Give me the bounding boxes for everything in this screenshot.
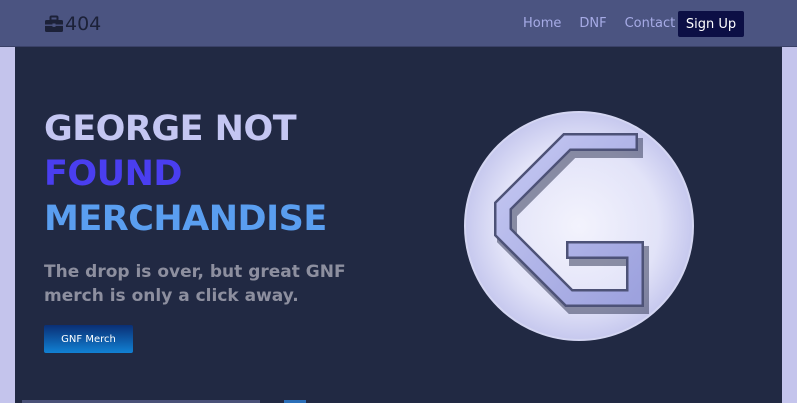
nav-link-home[interactable]: Home <box>523 16 561 32</box>
nav-links: Home DNF Contact <box>523 16 693 32</box>
nav-link-contact[interactable]: Contact <box>625 16 676 32</box>
nav-link-dnf[interactable]: DNF <box>579 16 606 32</box>
brand-link[interactable]: 404 <box>44 12 101 36</box>
navbar: 404 Home DNF Contact Sign Up <box>0 0 797 47</box>
gnf-g-logo-icon <box>464 111 694 341</box>
hero-title: GEORGE NOT FOUND MERCHANDISE <box>44 107 327 242</box>
hero-title-line-3: MERCHANDISE <box>44 199 327 239</box>
sign-up-button[interactable]: Sign Up <box>678 11 744 37</box>
hero-title-line-1: GEORGE NOT <box>44 109 297 149</box>
gnf-merch-button[interactable]: GNF Merch <box>44 325 133 353</box>
hero-title-line-2: FOUND <box>44 154 182 194</box>
brand-text: 404 <box>65 13 102 35</box>
hero-subtitle: The drop is over, but great GNF merch is… <box>44 262 346 306</box>
briefcase-icon <box>45 15 63 32</box>
